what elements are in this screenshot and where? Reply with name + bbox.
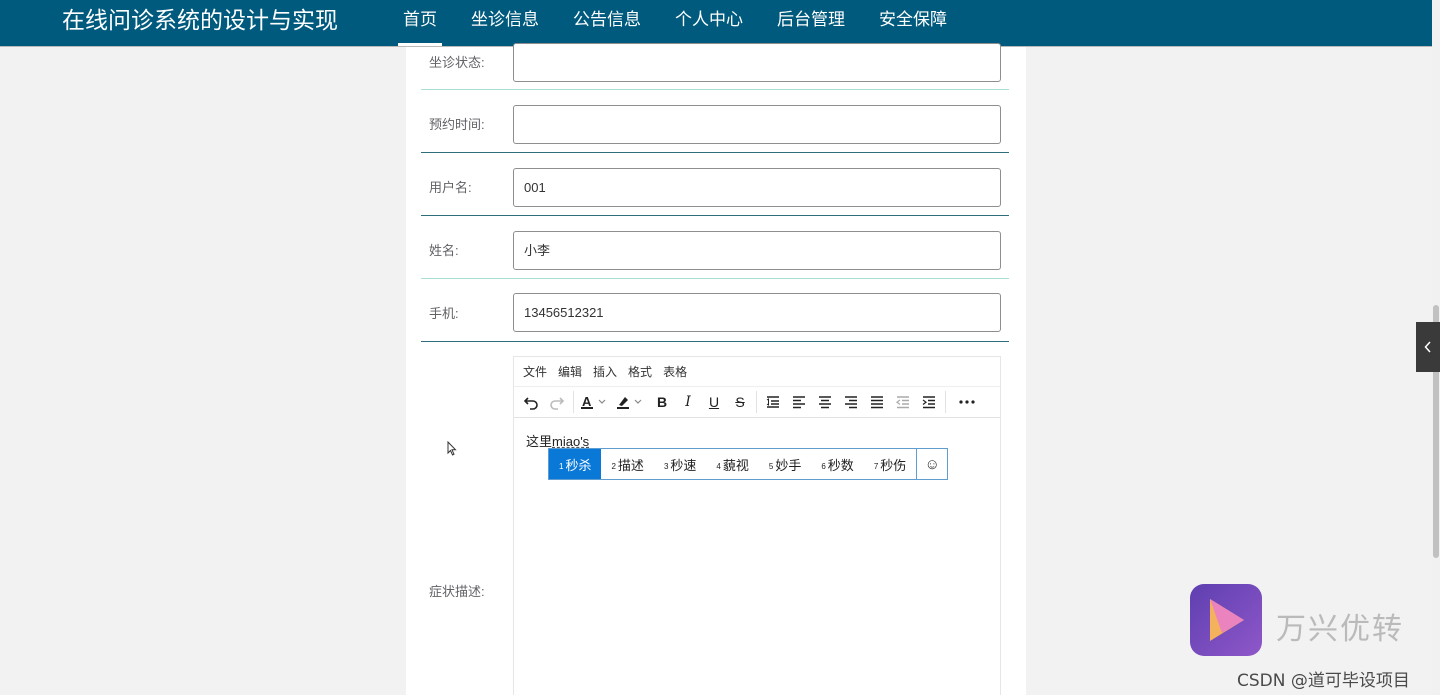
ime-composition-text: miao's xyxy=(552,434,590,449)
text-color-icon[interactable]: A xyxy=(577,389,613,415)
form-row-name: 姓名: 小李 xyxy=(421,216,1009,279)
appointment-time-label: 预约时间: xyxy=(429,117,485,132)
indent-icon[interactable] xyxy=(916,389,942,415)
italic-icon[interactable]: I xyxy=(675,389,701,415)
align-right-icon[interactable] xyxy=(838,389,864,415)
editor-toolbar: A B I U S xyxy=(514,387,1000,418)
undo-icon[interactable] xyxy=(518,389,544,415)
ime-candidate[interactable]: 5 妙手 xyxy=(759,449,811,479)
ime-candidate[interactable]: 7 秒伤 xyxy=(864,449,916,479)
consult-status-label: 坐诊状态: xyxy=(429,55,485,70)
form-row-consult-status: 坐诊状态: xyxy=(421,43,1009,90)
symptom-rich-editor: 文件 编辑 插入 格式 表格 A B I U S 这里miao's xyxy=(513,356,1001,695)
toolbar-separator xyxy=(756,391,757,413)
menu-format[interactable]: 格式 xyxy=(628,363,652,380)
form-row-appointment-time: 预约时间: xyxy=(421,90,1009,153)
menu-table[interactable]: 表格 xyxy=(663,363,687,380)
menu-insert[interactable]: 插入 xyxy=(593,363,617,380)
wondershare-watermark: 万兴优转 xyxy=(1276,612,1404,647)
more-icon[interactable] xyxy=(949,389,985,415)
align-center-icon[interactable] xyxy=(812,389,838,415)
emoji-icon[interactable]: ☺ xyxy=(916,449,947,479)
ime-candidate[interactable]: 6 秒数 xyxy=(811,449,863,479)
bold-icon[interactable]: B xyxy=(649,389,675,415)
nav-announcements[interactable]: 公告信息 xyxy=(556,0,658,46)
row-divider xyxy=(421,341,1009,342)
form-row-phone: 手机: 13456512321 xyxy=(421,279,1009,342)
outdent-icon[interactable] xyxy=(890,389,916,415)
editor-text: 这里 xyxy=(526,434,553,449)
main-nav: 首页 坐诊信息 公告信息 个人中心 后台管理 安全保障 xyxy=(386,0,964,46)
ime-candidate[interactable]: 2 描述 xyxy=(601,449,653,479)
toolbar-separator xyxy=(573,391,574,413)
nav-consult-info[interactable]: 坐诊信息 xyxy=(454,0,556,46)
underline-icon[interactable]: U xyxy=(701,389,727,415)
side-collapse-tab[interactable] xyxy=(1416,322,1440,372)
ime-candidate[interactable]: 1 秒杀 xyxy=(549,449,602,479)
chevron-left-icon xyxy=(1424,341,1431,353)
username-label: 用户名: xyxy=(429,180,472,195)
site-title: 在线问诊系统的设计与实现 xyxy=(62,8,338,34)
symptom-label: 症状描述: xyxy=(429,584,485,599)
name-label: 姓名: xyxy=(429,243,459,258)
form-row-username: 用户名: 001 xyxy=(421,153,1009,216)
svg-text:A: A xyxy=(582,394,592,409)
ime-candidate[interactable]: 4 藐视 xyxy=(706,449,758,479)
nav-home[interactable]: 首页 xyxy=(386,0,454,46)
appointment-time-input[interactable] xyxy=(513,105,1001,144)
redo-icon[interactable] xyxy=(544,389,570,415)
menu-file[interactable]: 文件 xyxy=(523,363,547,380)
nav-personal-center[interactable]: 个人中心 xyxy=(658,0,760,46)
ime-candidate-bar: 1 秒杀 2 描述 3 秒速 4 藐视 5 妙手 6 秒数 7 秒伤 ☺ xyxy=(548,448,949,480)
wondershare-logo-icon xyxy=(1190,584,1262,656)
nav-security[interactable]: 安全保障 xyxy=(862,0,964,46)
name-input[interactable]: 小李 xyxy=(513,231,1001,270)
toolbar-separator xyxy=(945,391,946,413)
align-justify-icon[interactable] xyxy=(864,389,890,415)
phone-input[interactable]: 13456512321 xyxy=(513,293,1001,332)
phone-label: 手机: xyxy=(429,306,459,321)
line-height-icon[interactable] xyxy=(760,389,786,415)
align-left-icon[interactable] xyxy=(786,389,812,415)
highlight-color-icon[interactable] xyxy=(613,389,649,415)
menu-edit[interactable]: 编辑 xyxy=(558,363,582,380)
mouse-pointer-icon xyxy=(447,440,457,461)
consult-status-input[interactable] xyxy=(513,43,1001,82)
form-card: 坐诊状态: 预约时间: 用户名: 001 姓名: 小李 手机: 13456512… xyxy=(406,43,1026,695)
csdn-watermark: CSDN @道可毕设项目 xyxy=(1237,671,1410,691)
editor-menubar: 文件 编辑 插入 格式 表格 xyxy=(514,357,1000,387)
strikethrough-icon[interactable]: S xyxy=(727,389,753,415)
top-navbar: 在线问诊系统的设计与实现 首页 坐诊信息 公告信息 个人中心 后台管理 安全保障 xyxy=(0,0,1432,47)
nav-admin[interactable]: 后台管理 xyxy=(760,0,862,46)
ime-candidate[interactable]: 3 秒速 xyxy=(654,449,706,479)
username-input[interactable]: 001 xyxy=(513,168,1001,207)
